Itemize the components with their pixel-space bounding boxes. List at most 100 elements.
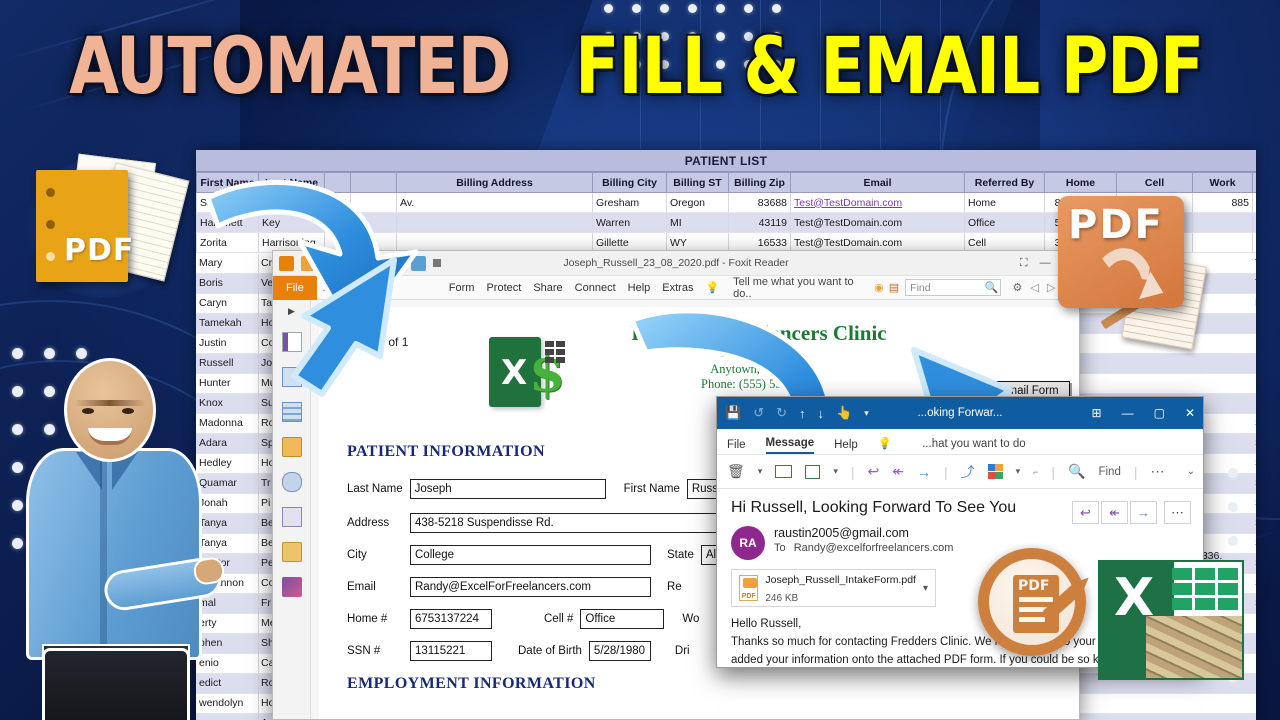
col-work[interactable]: Work — [1192, 172, 1253, 193]
ribbon-options-icon[interactable]: ⊞ — [1092, 406, 1102, 420]
tab-file[interactable]: File — [273, 275, 317, 300]
list-item[interactable]: 9/26/ — [1252, 334, 1256, 354]
security-icon[interactable] — [281, 542, 302, 562]
chevron-down-icon-2[interactable]: ▾ — [833, 466, 838, 477]
archive-icon[interactable] — [775, 465, 793, 478]
col-cell[interactable]: Cell — [1116, 172, 1193, 193]
cell-first-name[interactable]: Justin — [199, 337, 255, 349]
field-last-name[interactable]: Joseph — [409, 479, 606, 499]
cell-ext[interactable]: FALSE — [1255, 297, 1256, 309]
lightbulb-icon[interactable]: 💡 — [878, 436, 892, 454]
col-last-name[interactable]: Last Name — [258, 172, 325, 193]
find-label[interactable]: Find — [1098, 466, 1120, 478]
list-item[interactable]: TRUE9/21/ — [1252, 274, 1256, 294]
cell-ext[interactable]: TRUE — [1252, 232, 1256, 253]
bookmark-icon[interactable] — [281, 332, 302, 352]
more-commands-icon[interactable]: ⋯ — [1150, 463, 1164, 480]
reply-icon[interactable]: ↩ — [867, 463, 879, 480]
cell-billing-st[interactable]: Oregon — [666, 192, 729, 213]
cell-billing-zip[interactable]: 43119 — [728, 212, 791, 233]
cell-first-name[interactable]: Boris — [199, 277, 255, 289]
list-item[interactable]: 5/28/ — [1252, 354, 1256, 374]
cell-extra-2[interactable] — [350, 192, 397, 213]
cell-referred-by[interactable]: Office — [964, 212, 1045, 233]
col-blank-1[interactable] — [324, 172, 351, 193]
reply-icon[interactable]: ↩ — [1072, 501, 1099, 524]
tab-home[interactable]: Home — [317, 282, 358, 294]
layers-icon[interactable] — [281, 402, 302, 422]
stamp-icon[interactable] — [281, 507, 302, 527]
next-page-icon[interactable]: ▷ — [1047, 281, 1055, 294]
cell-ext[interactable]: TRUE — [1255, 257, 1256, 269]
field-city[interactable]: College — [410, 545, 651, 565]
close-icon[interactable]: ✕ — [1185, 406, 1195, 420]
maximize-icon[interactable]: ▢ — [1154, 406, 1165, 420]
move-to-icon[interactable] — [805, 464, 821, 479]
chevron-down-icon[interactable]: ▾ — [758, 466, 763, 477]
foxit-navigation-rail[interactable]: ▶ — [273, 300, 311, 719]
foxit-ribbon-tabs[interactable]: File Home Com Form Protect Share Connect… — [273, 275, 1079, 300]
signature-icon[interactable] — [281, 577, 302, 597]
apps-icon[interactable] — [987, 464, 1003, 479]
tab-comment[interactable]: Com — [358, 282, 393, 294]
quick-steps-icon[interactable]: ⤴ — [961, 462, 975, 482]
list-item[interactable]: FALSE5/24/ — [1252, 294, 1256, 314]
quick-access-toolbar[interactable]: Joseph_Russell_23_08_2020.pdf - Foxit Re… — [273, 251, 1079, 276]
col-billing-city[interactable]: Billing City — [592, 172, 667, 193]
field-cell-phone[interactable]: Office — [580, 609, 665, 629]
cell-first-name[interactable]: Samsonite — [196, 192, 259, 213]
outlook-command-bar[interactable]: 🗑 ▾ ▾ | ↩ ↞ → | ⤴ ▾ ⌐ | 🔍 Find | ⋯ ⌄ — [717, 455, 1203, 489]
cell-billing-st[interactable]: MI — [666, 212, 729, 233]
message-reply-actions[interactable]: ↩ ↞ → ⋯ — [1072, 501, 1191, 524]
minimize-icon[interactable]: — — [1040, 257, 1051, 269]
tab-form[interactable]: Form — [443, 282, 481, 294]
delete-icon[interactable]: 🗑 — [727, 463, 745, 480]
reply-all-icon[interactable]: ↞ — [892, 463, 904, 480]
cell-first-name[interactable]: Zorita — [196, 232, 259, 253]
lightbulb-icon[interactable]: 💡 — [705, 281, 719, 294]
cell-first-name[interactable]: Hammett — [196, 212, 259, 233]
list-item[interactable]: /24/ — [1252, 714, 1256, 720]
tab-extras[interactable]: Extras — [656, 282, 699, 294]
cell-ext[interactable]: TRUE — [1252, 192, 1256, 213]
cell-email[interactable]: Test@TestDomain.com — [790, 212, 965, 233]
list-item[interactable]: SE6/2/ — [1252, 414, 1256, 434]
forward-icon[interactable]: → — [917, 464, 931, 480]
list-item[interactable]: TRUE1/19/ — [1252, 254, 1256, 274]
tab-protect[interactable]: Protect — [480, 282, 527, 294]
comments-icon[interactable] — [281, 437, 302, 457]
search-icon[interactable]: 🔍 — [985, 281, 999, 294]
tab-connect[interactable]: Connect — [569, 282, 622, 294]
col-home[interactable]: Home — [1044, 172, 1117, 193]
cell-first-name[interactable]: Mary — [199, 257, 255, 269]
tab-file[interactable]: File — [727, 439, 746, 454]
field-date-of-birth[interactable]: 5/28/1980 — [588, 641, 651, 661]
cell-extra-2[interactable]: 26 — [350, 212, 397, 233]
cell-ext[interactable]: TRUE — [1255, 277, 1256, 289]
list-item[interactable]: SE2/2/ — [1252, 434, 1256, 454]
cell-first-name[interactable]: Tamekah — [199, 317, 255, 329]
minimize-icon[interactable]: — — [1122, 406, 1134, 420]
cell-ext[interactable]: FALSE — [1252, 212, 1256, 233]
cell-referred-by[interactable]: Home — [964, 192, 1045, 213]
settings-icon[interactable]: ⚙ — [1012, 281, 1022, 294]
outlook-ribbon-tabs[interactable]: File Message Help 💡 ...hat you want to d… — [717, 429, 1203, 455]
field-email[interactable]: Randy@ExcelForFreelancers.com — [410, 577, 651, 597]
cell-email[interactable]: Test@TestDomain.com — [790, 192, 965, 213]
tab-message[interactable]: Message — [765, 437, 815, 454]
col-referred-by[interactable]: Referred By — [964, 172, 1045, 193]
prev-page-icon[interactable]: ◁ — [1030, 281, 1038, 294]
cell-extra-1[interactable]: 45 — [324, 192, 351, 213]
col-email[interactable]: Email — [790, 172, 965, 193]
col-blank-2[interactable] — [350, 172, 397, 193]
col-billing-st[interactable]: Billing ST — [666, 172, 729, 193]
tab-help[interactable]: Help — [622, 282, 657, 294]
cell-billing-address[interactable] — [396, 212, 593, 233]
list-item[interactable]: 9/30/ — [1252, 394, 1256, 414]
col-ext[interactable]: Ext — [1252, 172, 1256, 193]
dialog-launcher-icon[interactable]: ⌐ — [1033, 467, 1038, 477]
list-item[interactable]: 1/24/ — [1252, 314, 1256, 334]
cell-billing-city[interactable]: Warren — [592, 212, 667, 233]
search-icon[interactable]: 🔍 — [1068, 463, 1085, 480]
attachment-chevron-down-icon[interactable]: ▾ — [923, 583, 928, 594]
